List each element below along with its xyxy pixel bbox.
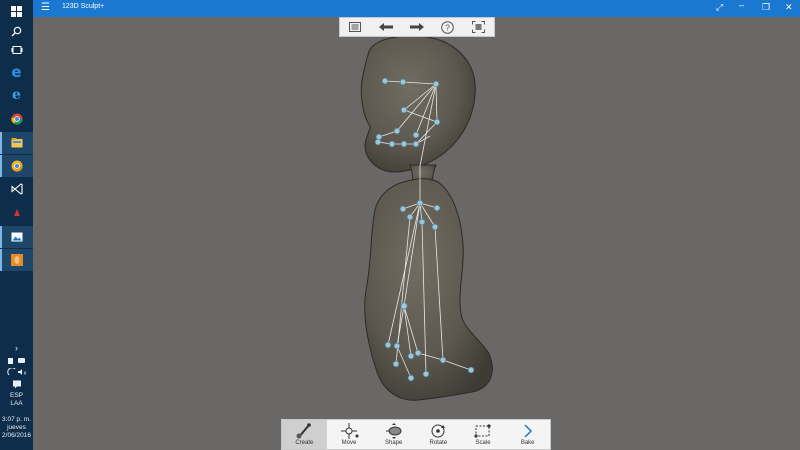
svg-text:?: ? <box>445 22 450 32</box>
model-body[interactable] <box>364 178 493 401</box>
create-button[interactable]: Create <box>282 420 327 449</box>
rotate-label: Rotate <box>429 440 448 446</box>
create-label: Create <box>295 440 314 446</box>
top-toolbar: ? <box>339 17 495 37</box>
shape-label: Shape <box>385 440 403 446</box>
chevron-right-icon <box>524 424 532 438</box>
scale-button[interactable]: Scale <box>461 420 506 449</box>
rotate-icon <box>431 424 446 438</box>
shape-button[interactable]: Shape <box>371 420 416 449</box>
bake-button[interactable]: Bake <box>505 420 550 449</box>
shape-icon <box>385 423 402 439</box>
redo-arrow-icon[interactable] <box>407 19 427 35</box>
move-label: Move <box>341 440 357 446</box>
move-icon <box>341 423 359 439</box>
undo-arrow-icon[interactable] <box>376 19 396 35</box>
scale-icon <box>474 424 491 438</box>
sculpt-model[interactable] <box>0 0 800 450</box>
bake-label: Bake <box>520 440 535 446</box>
help-icon[interactable]: ? <box>438 19 458 35</box>
bottom-toolbar: Create Move Shape Rotate Scale Bake <box>281 419 551 450</box>
frame-icon[interactable] <box>469 19 489 35</box>
move-button[interactable]: Move <box>327 420 372 449</box>
rotate-button[interactable]: Rotate <box>416 420 461 449</box>
scale-label: Scale <box>475 440 491 446</box>
create-icon <box>296 423 312 439</box>
gallery-icon[interactable] <box>345 19 365 35</box>
model-head[interactable] <box>360 35 476 173</box>
